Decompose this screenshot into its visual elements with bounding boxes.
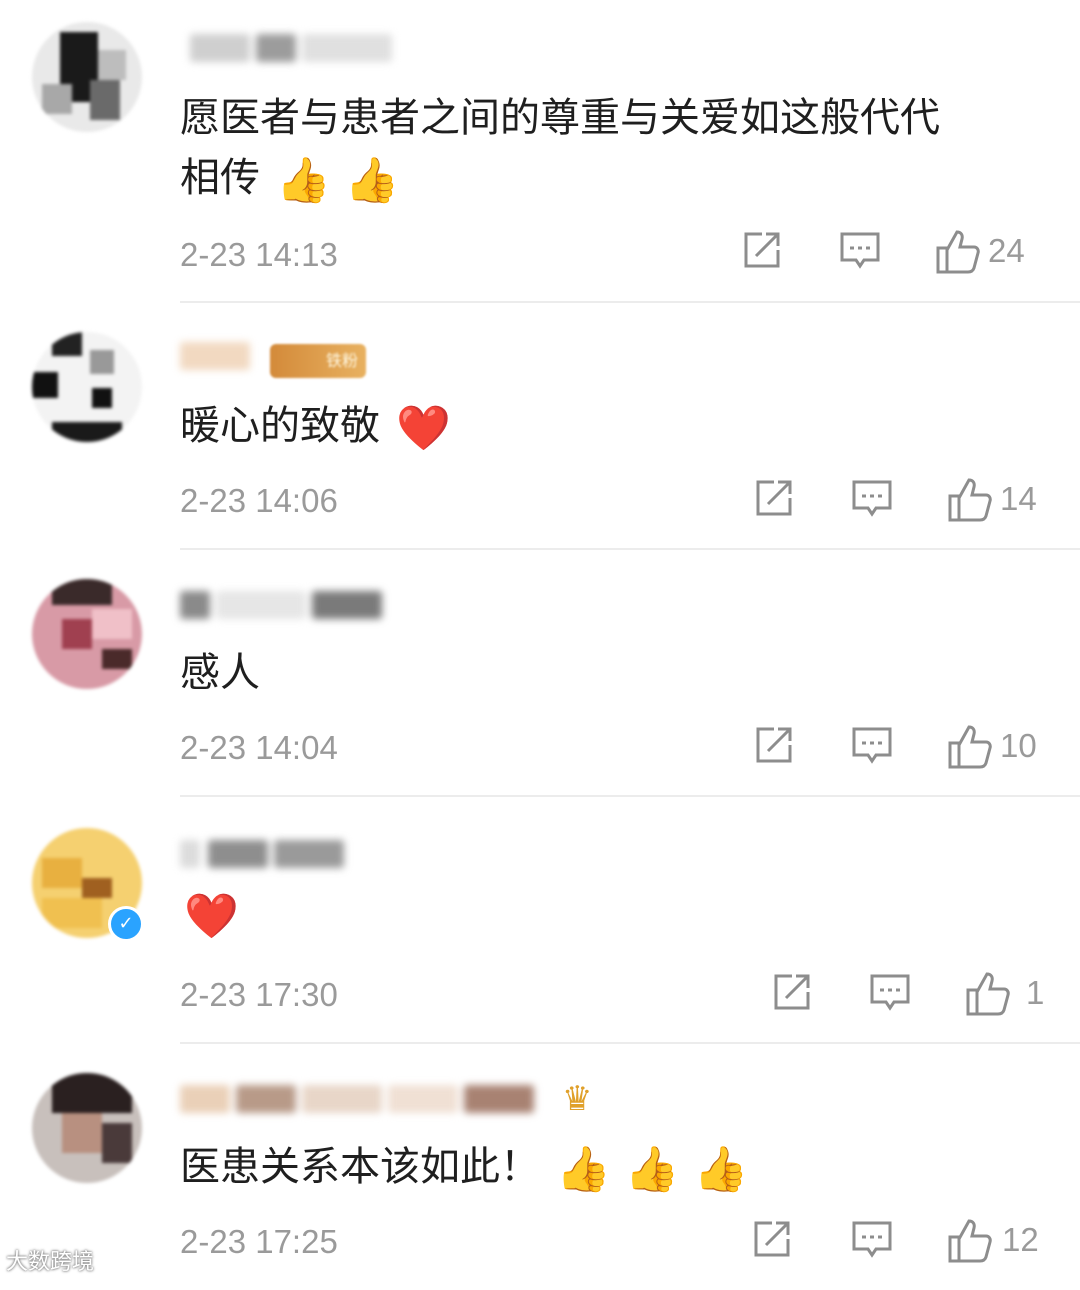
share-icon[interactable] <box>740 228 784 272</box>
thumbs-up-emoji: 👍 👍 👍 <box>556 1144 749 1195</box>
comment-text: 暖心的致敬 ❤️ <box>180 398 451 457</box>
comment-icon[interactable] <box>850 723 894 767</box>
heart-emoji: ❤️ <box>396 403 451 454</box>
thumbs-up-emoji: 👍 👍 <box>276 155 400 206</box>
thumbs-up-icon[interactable] <box>946 476 994 524</box>
timestamp: 2-23 14:04 <box>180 729 338 766</box>
comment-icon[interactable] <box>868 970 912 1014</box>
heart-emoji: ❤️ <box>184 891 239 942</box>
comment-icon[interactable] <box>850 1217 894 1261</box>
comment-item: 愿医者与患者之间的尊重与关爱如这般代代 相传 👍 👍 2-23 14:13 24 <box>0 0 1080 274</box>
thumbs-up-icon[interactable] <box>934 228 982 276</box>
share-icon[interactable] <box>752 723 796 767</box>
username[interactable] <box>180 28 400 68</box>
like-count: 12 <box>1002 1221 1039 1258</box>
like-count: 24 <box>988 232 1025 269</box>
avatar[interactable] <box>32 579 142 689</box>
username[interactable] <box>180 336 260 376</box>
comment-icon[interactable] <box>850 476 894 520</box>
comment-actions: 10 <box>740 723 1050 773</box>
verified-badge-icon: ✓ <box>108 906 144 942</box>
avatar[interactable] <box>32 1073 142 1183</box>
comment-actions: 12 <box>750 1217 1050 1267</box>
username[interactable] <box>180 585 390 625</box>
like-count: 1 <box>1026 974 1045 1011</box>
timestamp: 2-23 17:30 <box>180 976 338 1013</box>
comment-text: 愿医者与患者之间的尊重与关爱如这般代代 <box>180 95 940 141</box>
avatar[interactable] <box>32 332 142 442</box>
thumbs-up-icon[interactable] <box>964 970 1012 1018</box>
fan-badge: 铁粉 <box>270 344 366 378</box>
comment-text-line2: 相传 👍 👍 <box>180 150 400 209</box>
username[interactable] <box>180 1079 550 1119</box>
comment-item: ✓ ❤️ 2-23 17:30 1 <box>0 796 1080 1043</box>
timestamp: 2-23 14:13 <box>180 236 338 273</box>
comment-text: 医患关系本该如此！ 👍 👍 👍 <box>180 1139 748 1198</box>
comment-text: ❤️ <box>180 886 239 945</box>
comment-text: 感人 <box>180 650 260 696</box>
timestamp: 2-23 17:25 <box>180 1223 338 1260</box>
comment-icon[interactable] <box>838 228 882 272</box>
comment-item: 感人 2-23 14:04 10 <box>0 549 1080 796</box>
watermark: 大数跨境 <box>6 1250 95 1275</box>
crown-icon: ♛ <box>562 1079 593 1119</box>
comment-item: 铁粉 暖心的致敬 ❤️ 2-23 14:06 14 <box>0 302 1080 549</box>
comment-item: ♛ 医患关系本该如此！ 👍 👍 👍 2-23 17:25 12 <box>0 1043 1080 1290</box>
username[interactable] <box>180 834 350 874</box>
thumbs-up-icon[interactable] <box>946 723 994 771</box>
like-count: 10 <box>1000 727 1037 764</box>
avatar[interactable] <box>32 22 142 132</box>
share-icon[interactable] <box>770 970 814 1014</box>
thumbs-up-icon[interactable] <box>946 1217 994 1265</box>
like-count: 14 <box>1000 480 1037 517</box>
comment-actions: 14 <box>740 476 1050 526</box>
share-icon[interactable] <box>752 476 796 520</box>
comment-actions: 24 <box>740 228 1050 278</box>
timestamp: 2-23 14:06 <box>180 482 338 519</box>
share-icon[interactable] <box>750 1217 794 1261</box>
comment-actions: 1 <box>770 970 1050 1020</box>
